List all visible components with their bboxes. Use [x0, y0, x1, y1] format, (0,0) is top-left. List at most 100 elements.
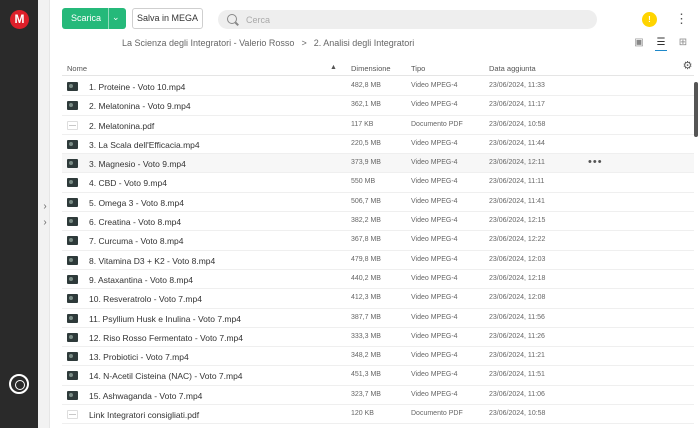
more-options-icon[interactable]: ••• — [588, 156, 603, 168]
file-name[interactable]: 9. Astaxantina - Voto 8.mp4 — [89, 275, 193, 285]
table-row[interactable]: 10. Resveratrolo - Voto 7.mp4 412,3 MB Vid… — [62, 289, 694, 309]
table-row[interactable]: 7. Curcuma - Voto 8.mp4 367,8 MB Video MPE… — [62, 231, 694, 251]
file-date: 23/06/2024, 11:06 — [489, 390, 545, 398]
file-type: Video MPEG-4 — [411, 352, 458, 360]
sidebar-gutter — [38, 0, 50, 428]
file-name[interactable]: 6. Creatina - Voto 8.mp4 — [89, 217, 181, 227]
video-thumbnail-icon — [67, 159, 78, 169]
file-date: 23/06/2024, 11:51 — [489, 371, 545, 379]
file-size: 120 KB — [351, 410, 374, 418]
breadcrumb: La Scienza degli Integratori - Valerio R… — [122, 38, 414, 48]
table-row[interactable]: 2. Melatonina - Voto 9.mp4 362,1 MB Video … — [62, 96, 694, 116]
table-row[interactable]: 6. Creatina - Voto 8.mp4 382,2 MB Video MP… — [62, 212, 694, 232]
column-type[interactable]: Tipo — [411, 64, 425, 73]
file-name[interactable]: 3. Magnesio - Voto 9.mp4 — [89, 159, 186, 169]
breadcrumb-separator: > — [301, 38, 307, 48]
breadcrumb-root[interactable]: La Scienza degli Integratori - Valerio R… — [122, 38, 294, 48]
file-name[interactable]: 7. Curcuma - Voto 8.mp4 — [89, 236, 184, 246]
scrollbar-thumb[interactable] — [694, 82, 698, 137]
column-size[interactable]: Dimensione — [351, 64, 391, 73]
left-rail: M — [0, 0, 38, 428]
video-thumbnail-icon — [67, 101, 78, 111]
file-type: Video MPEG-4 — [411, 255, 458, 263]
table-row[interactable]: 8. Vitamina D3 + K2 - Voto 8.mp4 479,8 MB… — [62, 251, 694, 270]
file-type: Video MPEG-4 — [411, 101, 458, 109]
grid-view-icon[interactable]: ⊞ — [677, 37, 689, 49]
file-size: 387,7 MB — [351, 313, 381, 321]
file-name[interactable]: 12. Riso Rosso Fermentato - Voto 7.mp4 — [89, 333, 243, 343]
file-name[interactable]: 5. Omega 3 - Voto 8.mp4 — [89, 198, 184, 208]
save-to-mega-button[interactable]: Salva in MEGA — [132, 8, 203, 29]
file-type: Video MPEG-4 — [411, 274, 458, 282]
file-name[interactable]: 4. CBD - Voto 9.mp4 — [89, 178, 167, 188]
video-thumbnail-icon — [67, 274, 78, 284]
thumbnail-view-icon[interactable]: ▣ — [633, 37, 645, 49]
video-thumbnail-icon — [67, 352, 78, 362]
file-size: 382,2 MB — [351, 217, 381, 225]
table-row[interactable]: 5. Omega 3 - Voto 8.mp4 506,7 MB Video MPE… — [62, 193, 694, 213]
kebab-icon[interactable]: ⋮ — [675, 11, 688, 26]
file-name[interactable]: Link Integratori consigliati.pdf — [89, 410, 199, 420]
expand-sidebar-icon[interactable]: › — [40, 200, 50, 214]
file-date: 23/06/2024, 11:26 — [489, 332, 545, 340]
sync-icon[interactable] — [9, 374, 29, 394]
search-input[interactable] — [246, 12, 586, 27]
video-thumbnail-icon — [67, 313, 78, 323]
file-name[interactable]: 2. Melatonina.pdf — [89, 121, 154, 131]
table-row[interactable]: 3. Magnesio - Voto 9.mp4 373,9 MB Video MP… — [62, 154, 694, 174]
table-row[interactable]: 11. Psyllium Husk e Inulina - Voto 7.mp4… — [62, 309, 694, 328]
column-date[interactable]: Data aggiunta — [489, 64, 536, 73]
table-row[interactable]: Link Integratori consigliati.pdf 120 KB Do… — [62, 405, 694, 425]
file-date: 23/06/2024, 12:11 — [489, 159, 545, 167]
file-date: 23/06/2024, 11:56 — [489, 313, 545, 321]
file-date: 23/06/2024, 10:58 — [489, 410, 546, 418]
chevron-down-icon[interactable]: ⌄ — [112, 12, 120, 23]
gear-icon[interactable]: ⚙ — [682, 61, 693, 72]
file-name[interactable]: 8. Vitamina D3 + K2 - Voto 8.mp4 — [89, 256, 215, 266]
expand-panel-icon[interactable]: › — [40, 216, 50, 230]
file-size: 348,2 MB — [351, 352, 381, 360]
file-type: Video MPEG-4 — [411, 197, 458, 205]
table-row[interactable]: 4. CBD - Voto 9.mp4 550 MB Video MPEG-4 23/… — [62, 173, 694, 193]
file-date: 23/06/2024, 12:22 — [489, 236, 546, 244]
video-thumbnail-icon — [67, 82, 78, 91]
file-name[interactable]: 11. Psyllium Husk e Inulina - Voto 7.mp4 — [89, 314, 241, 324]
column-name[interactable]: Nome — [67, 64, 87, 73]
file-type: Video MPEG-4 — [411, 313, 458, 321]
table-row[interactable]: 15. Ashwaganda - Voto 7.mp4 323,7 MB Video… — [62, 386, 694, 406]
file-type: Video MPEG-4 — [411, 371, 458, 379]
pdf-file-icon — [67, 120, 78, 130]
file-name[interactable]: 14. N-Acetil Cisteina (NAC) - Voto 7.mp4 — [89, 371, 243, 381]
file-type: Video MPEG-4 — [411, 159, 458, 167]
table-row[interactable]: 9. Astaxantina - Voto 8.mp4 440,2 MB Video… — [62, 270, 694, 290]
list-view-icon[interactable]: ☰ — [655, 37, 667, 51]
file-date: 23/06/2024, 11:11 — [489, 178, 545, 186]
file-name[interactable]: 13. Probiotici - Voto 7.mp4 — [89, 352, 189, 362]
download-button[interactable]: Scarica ⌄ — [62, 8, 126, 29]
file-name[interactable]: 1. Proteine - Voto 10.mp4 — [89, 82, 185, 92]
video-thumbnail-icon — [67, 390, 78, 400]
file-size: 506,7 MB — [351, 197, 381, 205]
file-name[interactable]: 15. Ashwaganda - Voto 7.mp4 — [89, 391, 202, 401]
table-row[interactable]: 12. Riso Rosso Fermentato - Voto 7.mp4 33… — [62, 328, 694, 348]
file-size: 373,9 MB — [351, 159, 381, 167]
mega-logo[interactable]: M — [10, 10, 29, 29]
sort-ascending-icon[interactable]: ▲ — [330, 64, 337, 71]
file-name[interactable]: 2. Melatonina - Voto 9.mp4 — [89, 101, 191, 111]
scrollbar[interactable] — [694, 77, 698, 427]
file-type: Video MPEG-4 — [411, 217, 458, 225]
search-icon — [227, 14, 237, 24]
file-name[interactable]: 3. La Scala dell'Efficacia.mp4 — [89, 140, 200, 150]
video-thumbnail-icon — [67, 255, 78, 265]
table-row[interactable]: 2. Melatonina.pdf 117 KB Documento PDF 23/0… — [62, 116, 694, 135]
table-row[interactable]: 1. Proteine - Voto 10.mp4 482,8 MB Video M… — [62, 77, 694, 97]
table-row[interactable]: 3. La Scala dell'Efficacia.mp4 220,5 MB Vi… — [62, 135, 694, 155]
avatar[interactable]: ! — [642, 12, 657, 27]
file-date: 23/06/2024, 11:21 — [489, 352, 545, 360]
table-row[interactable]: 14. N-Acetil Cisteina (NAC) - Voto 7.mp4… — [62, 366, 694, 386]
file-name[interactable]: 10. Resveratrolo - Voto 7.mp4 — [89, 294, 202, 304]
search-bar[interactable] — [218, 10, 597, 29]
video-thumbnail-icon — [67, 178, 78, 188]
pdf-file-icon — [67, 410, 78, 420]
table-row[interactable]: 13. Probiotici - Voto 7.mp4 348,2 MB Video… — [62, 347, 694, 367]
